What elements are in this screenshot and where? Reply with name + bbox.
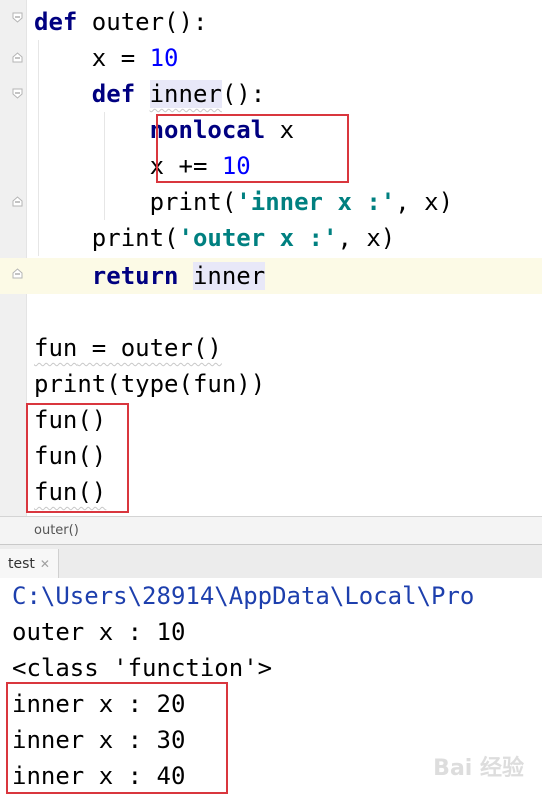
console-line: outer x : 10 xyxy=(12,618,186,646)
breadcrumb-item[interactable]: outer() xyxy=(34,523,79,538)
code-line[interactable]: fun = outer() xyxy=(34,330,222,366)
keyword: def xyxy=(34,8,78,36)
code-editor[interactable]: def outer(): x = 10 def inner(): nonloca… xyxy=(0,0,542,516)
keyword: return xyxy=(91,262,179,290)
fold-collapse-icon[interactable] xyxy=(12,88,23,99)
code-text: print( xyxy=(34,224,179,252)
variable-name: fun xyxy=(34,334,78,362)
code-line[interactable]: print('inner x :', x) xyxy=(34,184,453,220)
annotation-box-output xyxy=(6,682,228,794)
number-literal: 10 xyxy=(149,44,179,72)
code-text: = outer() xyxy=(77,334,222,362)
watermark: Bai 经验 xyxy=(433,756,524,781)
console-line: <class 'function'> xyxy=(12,654,273,682)
code-text: , x) xyxy=(337,224,396,252)
fold-end-icon[interactable] xyxy=(12,196,23,207)
annotation-box-nonlocal xyxy=(156,114,349,183)
code-line[interactable]: return inner xyxy=(34,258,266,294)
code-line[interactable]: print(type(fun)) xyxy=(34,366,265,402)
code-line[interactable]: def outer(): xyxy=(34,4,207,40)
code-text: outer(): xyxy=(77,8,208,36)
annotation-box-calls xyxy=(26,403,129,513)
function-name: inner xyxy=(149,80,222,108)
string-literal: 'outer x :' xyxy=(178,224,338,252)
tab-label: test xyxy=(8,556,35,572)
fold-end-icon[interactable] xyxy=(12,268,23,279)
code-text: , x) xyxy=(395,188,454,216)
function-name: inner xyxy=(192,262,266,290)
fold-collapse-icon[interactable] xyxy=(12,12,23,23)
string-literal: 'inner x :' xyxy=(236,188,396,216)
code-text: x = xyxy=(34,44,150,72)
code-text: (): xyxy=(221,80,266,108)
code-text: print(type(fun)) xyxy=(34,370,266,398)
console-output[interactable]: C:\Users\28914\AppData\Local\Pro outer x… xyxy=(0,578,542,802)
console-line: C:\Users\28914\AppData\Local\Pro xyxy=(12,582,475,610)
fold-end-icon[interactable] xyxy=(12,52,23,63)
keyword: def xyxy=(91,80,136,108)
breadcrumb: outer() xyxy=(0,516,542,544)
code-line[interactable]: x = 10 xyxy=(34,40,179,76)
code-line[interactable]: print('outer x :', x) xyxy=(34,220,395,256)
code-text: print( xyxy=(34,188,237,216)
run-tab-bar: test ✕ xyxy=(0,544,542,579)
code-line[interactable]: def inner(): xyxy=(34,76,265,112)
close-icon[interactable]: ✕ xyxy=(40,549,50,579)
tab-test[interactable]: test ✕ xyxy=(0,549,59,579)
